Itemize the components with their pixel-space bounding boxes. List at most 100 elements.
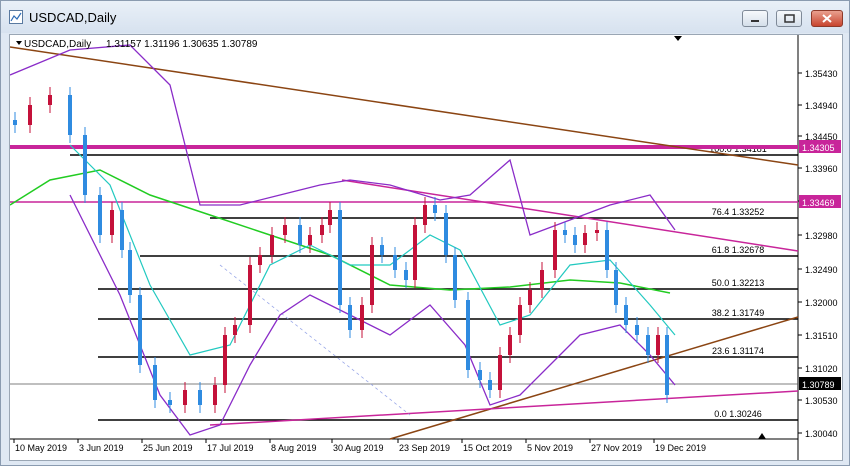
candle-body — [488, 380, 492, 390]
fib-level-label: 38.2 1.31749 — [712, 308, 765, 318]
candle-body — [248, 265, 252, 325]
chart-shift-marker-icon[interactable] — [674, 36, 682, 41]
symbol-label: USDCAD,Daily — [24, 39, 91, 50]
time-tick-label: 5 Nov 2019 — [527, 443, 573, 453]
candle-body — [48, 95, 52, 105]
candle-body — [120, 210, 124, 250]
upper-level-price-text: 1.34305 — [802, 143, 835, 153]
candle-body — [423, 205, 427, 225]
minimize-icon — [751, 20, 759, 22]
fib-level-label: 76.4 1.33252 — [712, 207, 765, 217]
candle-body — [518, 305, 522, 335]
candle-body — [583, 233, 587, 245]
current-price-text: 1.30789 — [802, 380, 835, 390]
candle-body — [624, 305, 628, 325]
ohlc-readout: 1.31157 1.31196 1.30635 1.30789 — [106, 39, 258, 50]
candle-body — [13, 120, 17, 125]
price-tick-label: 1.33960 — [805, 164, 838, 174]
candle-body — [153, 365, 157, 400]
fib-level-label: 23.6 1.31174 — [712, 346, 764, 356]
close-button[interactable] — [811, 10, 843, 27]
window-title: USDCAD,Daily — [29, 10, 117, 25]
candle-body — [128, 250, 132, 295]
chart-window-icon — [9, 10, 23, 24]
candle-body — [198, 390, 202, 405]
fib-level-label: 61.8 1.32678 — [712, 245, 765, 255]
candle-body — [83, 135, 87, 195]
title-bar[interactable]: USDCAD,Daily — [1, 1, 849, 33]
time-tick-label: 27 Nov 2019 — [591, 443, 642, 453]
candle-body — [656, 335, 660, 355]
time-tick-label: 23 Sep 2019 — [399, 443, 450, 453]
candle-body — [528, 290, 532, 305]
candle-body — [478, 370, 482, 380]
time-tick-label: 3 Jun 2019 — [79, 443, 124, 453]
time-tick-label: 30 Aug 2019 — [333, 443, 384, 453]
bollinger-lower-band — [69, 194, 676, 436]
candle-body — [68, 95, 72, 135]
candle-body — [595, 230, 599, 233]
chart-canvas[interactable]: 100.0 1.3418176.4 1.3325261.8 1.3267850.… — [9, 34, 843, 461]
candle-body — [553, 230, 557, 270]
time-tick-label: 15 Oct 2019 — [463, 443, 512, 453]
price-tick-label: 1.30040 — [805, 429, 838, 439]
candle-body — [508, 335, 512, 355]
price-tick-label: 1.32980 — [805, 231, 838, 241]
price-tick-label: 1.34940 — [805, 101, 838, 111]
candle-body — [258, 255, 262, 265]
candle-body — [110, 210, 114, 235]
candle-body — [540, 270, 544, 290]
chart-window: USDCAD,Daily 100.0 1.3418176.4 1.3325261… — [0, 0, 850, 466]
candle-body — [573, 235, 577, 245]
time-tick-label: 8 Aug 2019 — [271, 443, 317, 453]
fib-level-label: 50.0 1.32213 — [712, 278, 765, 288]
candle-body — [635, 325, 639, 335]
candle-body — [183, 390, 187, 405]
candle-body — [320, 225, 324, 235]
candle-body — [360, 305, 364, 330]
candle-body — [605, 230, 609, 270]
candle-body — [348, 305, 352, 330]
candle-body — [28, 105, 32, 125]
candle-body — [298, 225, 302, 245]
candle-body — [328, 210, 332, 225]
chart-scroll-marker-icon[interactable] — [758, 433, 766, 439]
candle-body — [233, 325, 237, 335]
candle-body — [223, 335, 227, 385]
uptrend-line — [389, 316, 799, 440]
candle-body — [270, 235, 274, 255]
candle-body — [98, 195, 102, 235]
price-tick-label: 1.30530 — [805, 396, 838, 406]
candle-body — [404, 270, 408, 280]
time-tick-label: 10 May 2019 — [15, 443, 67, 453]
candle-body — [413, 225, 417, 280]
candle-body — [138, 295, 142, 365]
candle-body — [665, 335, 669, 395]
time-tick-label: 19 Dec 2019 — [655, 443, 706, 453]
price-chart[interactable]: 100.0 1.3418176.4 1.3325261.8 1.3267850.… — [10, 35, 842, 460]
price-tick-label: 1.35430 — [805, 69, 838, 79]
candle-body — [393, 255, 397, 270]
bollinger-upper-band — [10, 44, 676, 236]
candle-body — [283, 225, 287, 235]
time-tick-label: 17 Jul 2019 — [207, 443, 254, 453]
candle-body — [168, 400, 172, 405]
minimize-button[interactable] — [742, 10, 768, 27]
price-tick-label: 1.32000 — [805, 298, 838, 308]
restore-icon — [784, 14, 795, 23]
dropdown-arrow-icon[interactable] — [16, 41, 22, 45]
candle-body — [453, 255, 457, 300]
price-tick-label: 1.31510 — [805, 331, 838, 341]
candle-body — [466, 300, 470, 370]
candle-body — [433, 205, 437, 213]
candle-body — [614, 270, 618, 305]
candle-body — [213, 385, 217, 405]
candle-body — [308, 235, 312, 245]
candle-body — [380, 245, 384, 255]
mid-level-price-text: 1.33469 — [802, 198, 835, 208]
candle-body — [563, 230, 567, 235]
candle-body — [338, 210, 342, 305]
restore-button[interactable] — [776, 10, 802, 27]
candle-body — [444, 213, 448, 255]
candle-body — [646, 335, 650, 355]
